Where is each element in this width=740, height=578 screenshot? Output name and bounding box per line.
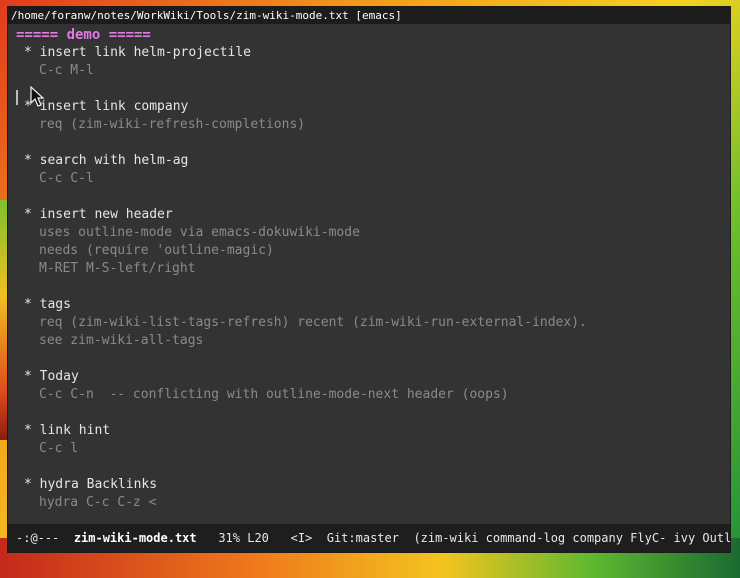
section-line: C-c C-l: [39, 171, 94, 186]
section-line: hydra C-c C-z <: [39, 495, 157, 510]
modeline-buffer-name[interactable]: zim-wiki-mode.txt: [74, 531, 197, 545]
modeline-position: 31% L20: [218, 531, 269, 545]
modeline-evil-state: <I>: [290, 531, 313, 545]
section-line: req (zim-wiki-list-tags-refresh) recent …: [39, 315, 587, 330]
modeline-vcs[interactable]: Git:master: [327, 531, 399, 545]
section-line: C-c l: [39, 441, 79, 456]
section-title: * insert new header: [24, 207, 173, 222]
editor-buffer[interactable]: ===== demo ===== * insert link helm-proj…: [8, 24, 730, 524]
section-line: see zim-wiki-all-tags: [39, 333, 204, 348]
section-title: * insert link helm-projectile: [24, 45, 251, 60]
section-line: req (zim-wiki-refresh-completions): [39, 116, 730, 134]
emacs-window[interactable]: /home/foranw/notes/WorkWiki/Tools/zim-wi…: [8, 7, 730, 552]
modeline-state: -:@---: [16, 531, 60, 545]
section-line: M-RET M-S-left/right: [39, 261, 196, 276]
text-cursor: [16, 90, 18, 105]
window-title: /home/foranw/notes/WorkWiki/Tools/zim-wi…: [11, 9, 402, 22]
section-line: uses outline-mode via emacs-dokuwiki-mod…: [39, 225, 360, 240]
section-title: * link hint: [24, 423, 111, 438]
buffer-heading: ===== demo =====: [16, 27, 151, 43]
section-line: needs (require 'outline-magic): [39, 243, 274, 258]
section-line: C-c M-l: [39, 63, 94, 78]
modeline-modes[interactable]: (zim-wiki command-log company FlyC- ivy …: [413, 531, 730, 545]
section-line: C-c C-n -- conflicting with outline-mode…: [39, 387, 509, 402]
section-title: * hydra Backlinks: [24, 477, 158, 492]
mode-line[interactable]: -:@--- zim-wiki-mode.txt 31% L20 <I> Git…: [8, 524, 730, 552]
section-title: * search with helm-ag: [24, 153, 189, 168]
section-title: * insert link company: [24, 99, 189, 114]
section-title: * tags: [24, 297, 71, 312]
section-line-text: req (zim-wiki-refresh-completions): [39, 117, 306, 132]
window-titlebar[interactable]: /home/foranw/notes/WorkWiki/Tools/zim-wi…: [8, 7, 730, 24]
section-title: * Today: [24, 369, 79, 384]
